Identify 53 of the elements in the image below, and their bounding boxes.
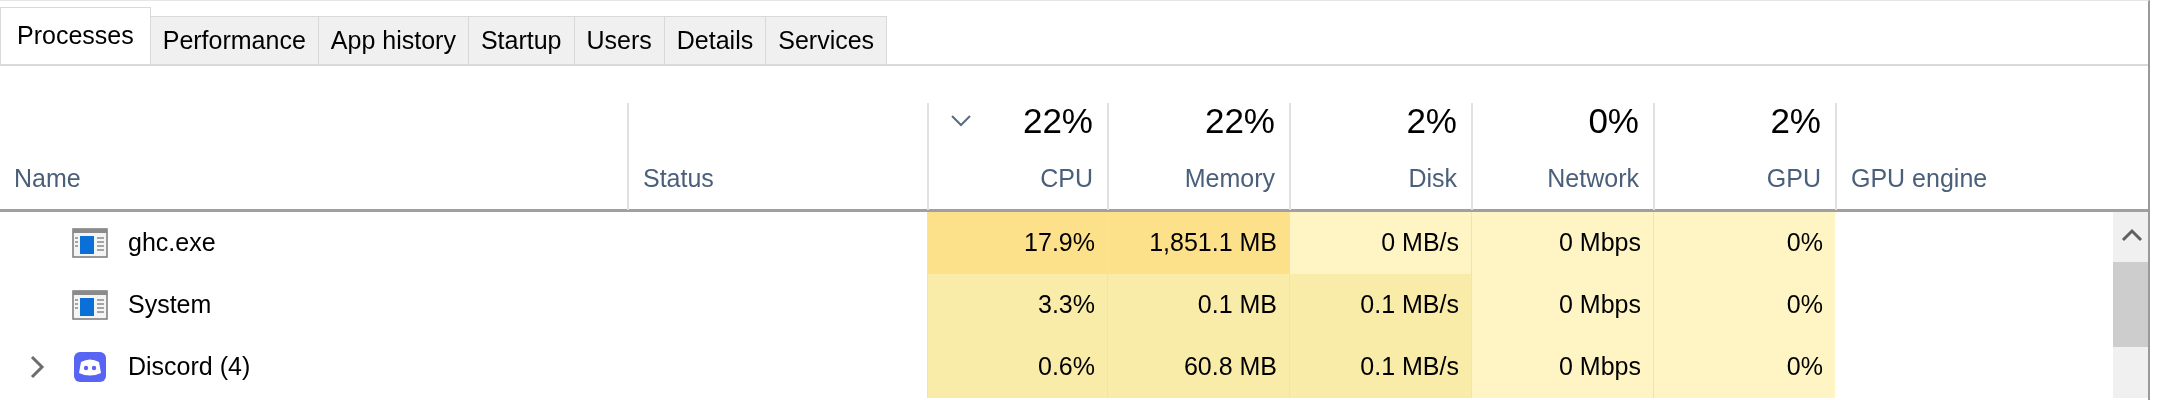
app-icon: [72, 352, 108, 382]
table-cell: 1,851.1 MB: [1107, 212, 1289, 274]
column-total: 22%: [1204, 103, 1275, 138]
table-cell: 17.9%: [927, 212, 1107, 274]
column-header[interactable]: 2% Disk: [1289, 103, 1471, 210]
column-header[interactable]: 0% Network: [1471, 103, 1653, 210]
table-cell: 0%: [1653, 336, 1835, 398]
table-cell: 0 MB/s: [1289, 212, 1471, 274]
column-header[interactable]: 2% GPU: [1653, 103, 1835, 210]
column-header[interactable]: 22% Memory: [1107, 103, 1289, 210]
process-name: Discord (4): [128, 351, 251, 383]
column-header[interactable]: 22% CPU: [927, 103, 1107, 210]
column-total: 0%: [1588, 103, 1639, 138]
scroll-thumb[interactable]: [2113, 262, 2148, 347]
column-label: Status: [643, 163, 715, 194]
table-cell: 60.8 MB: [1107, 336, 1289, 398]
tab[interactable]: Processes: [0, 7, 151, 64]
expand-icon[interactable]: [28, 354, 46, 380]
tab[interactable]: Details: [663, 16, 767, 64]
column-header[interactable]: Status: [627, 103, 927, 210]
column-total: 22%: [1022, 103, 1093, 138]
column-label: Disk: [1408, 163, 1457, 194]
column-label: Name: [14, 163, 82, 194]
tab[interactable]: Startup: [467, 16, 575, 64]
window-icon: [72, 290, 108, 320]
tab[interactable]: Users: [573, 16, 665, 64]
table-cell: 0%: [1653, 274, 1835, 336]
tab[interactable]: Services: [765, 16, 888, 64]
column-label: GPU engine: [1851, 163, 1989, 194]
table-cell: 0.6%: [927, 336, 1107, 398]
table-cell: 0.1 MB/s: [1289, 336, 1471, 398]
column-label: Network: [1547, 163, 1639, 194]
process-name: ghc.exe: [128, 227, 216, 259]
table-cell: 3.3%: [927, 274, 1107, 336]
column-label: CPU: [1040, 163, 1093, 194]
table-cell: 0.1 MB/s: [1289, 274, 1471, 336]
tab[interactable]: Performance: [149, 16, 319, 64]
table-cell: 0.1 MB: [1107, 274, 1289, 336]
scroll-up-icon[interactable]: [2120, 228, 2143, 242]
column-header[interactable]: Name: [0, 103, 627, 210]
column-header[interactable]: GPU engine: [1835, 103, 2113, 210]
tab[interactable]: App history: [317, 16, 469, 64]
table-cell: 0 Mbps: [1471, 336, 1653, 398]
column-label: Memory: [1184, 163, 1275, 194]
table-cell: 0%: [1653, 212, 1835, 274]
table-cell: 0 Mbps: [1471, 212, 1653, 274]
window-icon: [72, 228, 108, 258]
column-label: GPU: [1766, 163, 1821, 194]
table-cell: 0 Mbps: [1471, 274, 1653, 336]
column-total: 2%: [1770, 103, 1821, 138]
scrollbar[interactable]: [2113, 212, 2148, 398]
process-name: System: [128, 289, 212, 321]
column-total: 2%: [1406, 103, 1457, 138]
